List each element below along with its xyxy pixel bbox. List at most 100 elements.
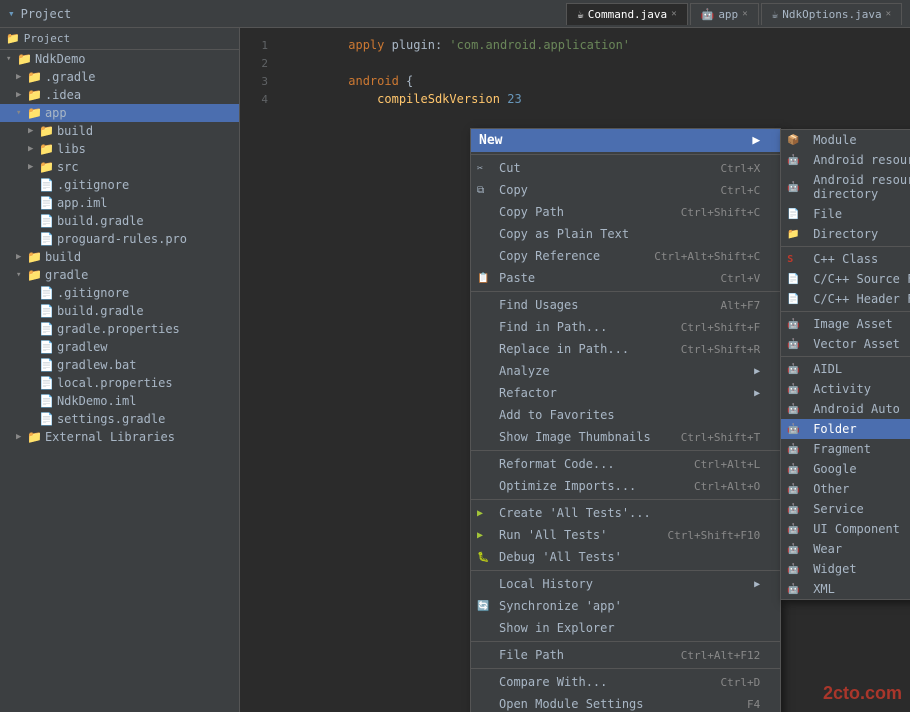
menu-item-paste[interactable]: 📋 Paste Ctrl+V — [471, 267, 780, 289]
submenu-service[interactable]: 🤖 Service ▶ — [781, 499, 910, 519]
menu-label: Android resource file — [813, 153, 910, 167]
menu-item-refactor[interactable]: Refactor ▶ — [471, 382, 780, 404]
menu-label: Widget — [813, 562, 856, 576]
menu-item-syncapp[interactable]: 🔄 Synchronize 'app' — [471, 595, 780, 617]
submenu-image-asset[interactable]: 🤖 Image Asset — [781, 314, 910, 334]
menu-item-reformat[interactable]: Reformat Code... Ctrl+Alt+L — [471, 453, 780, 475]
tree-libs[interactable]: ▶ 📁 libs — [0, 140, 239, 158]
tab-app[interactable]: 🤖 app ✕ — [690, 3, 759, 25]
menu-item-addfav[interactable]: Add to Favorites — [471, 404, 780, 426]
menu-item-copyplain[interactable]: Copy as Plain Text — [471, 223, 780, 245]
menu-item-modulesettings[interactable]: Open Module Settings F4 — [471, 693, 780, 712]
submenu-cpp-header[interactable]: 📄 C/C++ Header File — [781, 289, 910, 309]
menu-item-new[interactable]: New ▶ — [471, 129, 780, 152]
menu-item-showimages[interactable]: Show Image Thumbnails Ctrl+Shift+T — [471, 426, 780, 448]
menu-item-localhistory[interactable]: Local History ▶ — [471, 573, 780, 595]
tab-close-icon[interactable]: ✕ — [886, 9, 891, 19]
menu-label: Android resource directory — [813, 173, 910, 201]
tree-gradle[interactable]: ▶ 📁 .gradle — [0, 68, 239, 86]
menu-item-findusages[interactable]: Find Usages Alt+F7 — [471, 294, 780, 316]
menu-divider — [781, 356, 910, 357]
tree-gradleprop[interactable]: 📄 gradle.properties — [0, 320, 239, 338]
tab-ndkoptions[interactable]: ☕ NdkOptions.java ✕ — [761, 3, 902, 25]
submenu-directory[interactable]: 📁 Directory — [781, 224, 910, 244]
tree-build[interactable]: ▶ 📁 build — [0, 122, 239, 140]
menu-item-copy[interactable]: ⧉ Copy Ctrl+C — [471, 179, 780, 201]
submenu-android-resource[interactable]: 🤖 Android resource file — [781, 150, 910, 170]
file-icon: 📄 — [39, 394, 54, 408]
menu-label: Local History — [499, 577, 593, 591]
tree-src[interactable]: ▶ 📁 src — [0, 158, 239, 176]
tree-build2[interactable]: ▶ 📁 build — [0, 248, 239, 266]
arrow-icon: ▾ — [6, 54, 14, 64]
submenu-android-auto[interactable]: 🤖 Android Auto ▶ — [781, 399, 910, 419]
tree-gitignore2[interactable]: 📄 .gitignore — [0, 284, 239, 302]
tree-label: app.iml — [57, 196, 108, 210]
submenu-other[interactable]: 🤖 Other ▶ — [781, 479, 910, 499]
tree-app-iml[interactable]: 📄 app.iml — [0, 194, 239, 212]
menu-item-copyref[interactable]: Copy Reference Ctrl+Alt+Shift+C — [471, 245, 780, 267]
submenu-google[interactable]: 🤖 Google ▶ — [781, 459, 910, 479]
tree-buildgradle2[interactable]: 📄 build.gradle — [0, 302, 239, 320]
tree-gradle2[interactable]: ▾ 📁 gradle — [0, 266, 239, 284]
sidebar-header: 📁 Project — [0, 28, 239, 50]
submenu-ui-component[interactable]: 🤖 UI Component ▶ — [781, 519, 910, 539]
menu-item-debugtests[interactable]: 🐛 Debug 'All Tests' — [471, 546, 780, 568]
menu-item-findinpath[interactable]: Find in Path... Ctrl+Shift+F — [471, 316, 780, 338]
tree-settingsgradle[interactable]: 📄 settings.gradle — [0, 410, 239, 428]
menu-label: Vector Asset — [813, 337, 900, 351]
tab-close-icon[interactable]: ✕ — [671, 9, 676, 19]
tree-ndkdemo-root[interactable]: ▾ 📁 NdkDemo — [0, 50, 239, 68]
tree-gitignore[interactable]: 📄 .gitignore — [0, 176, 239, 194]
other-icon: 🤖 — [787, 484, 799, 495]
submenu-module[interactable]: 📦 Module — [781, 130, 910, 150]
menu-item-compare[interactable]: Compare With... Ctrl+D — [471, 671, 780, 693]
menu-item-createtests[interactable]: ▶ Create 'All Tests'... — [471, 502, 780, 524]
tree-gradlew[interactable]: 📄 gradlew — [0, 338, 239, 356]
submenu-folder[interactable]: 🤖 Folder ▶ 📁 AIDL Folder 📁 Assets Folder — [781, 419, 910, 439]
menu-label: AIDL — [813, 362, 842, 376]
menu-item-runtests[interactable]: ▶ Run 'All Tests' Ctrl+Shift+F10 — [471, 524, 780, 546]
menu-label: Paste — [499, 271, 535, 285]
menu-item-replaceinpath[interactable]: Replace in Path... Ctrl+Shift+R — [471, 338, 780, 360]
submenu-cpp-class[interactable]: S C++ Class — [781, 249, 910, 269]
tree-localprop[interactable]: 📄 local.properties — [0, 374, 239, 392]
tree-external-lib[interactable]: ▶ 📁 External Libraries — [0, 428, 239, 446]
menu-label: Image Asset — [813, 317, 892, 331]
menu-label: Other — [813, 482, 849, 496]
line-number: 3 — [240, 75, 276, 88]
submenu-widget[interactable]: 🤖 Widget ▶ — [781, 559, 910, 579]
tree-proguard[interactable]: 📄 proguard-rules.pro — [0, 230, 239, 248]
xml-icon: 🤖 — [787, 584, 799, 595]
submenu-wear[interactable]: 🤖 Wear ▶ — [781, 539, 910, 559]
menu-label: Fragment — [813, 442, 871, 456]
submenu-cpp-source[interactable]: 📄 C/C++ Source File — [781, 269, 910, 289]
menu-item-showexplorer[interactable]: Show in Explorer — [471, 617, 780, 639]
debug-icon: 🐛 — [477, 552, 489, 563]
menu-item-optimizeimports[interactable]: Optimize Imports... Ctrl+Alt+O — [471, 475, 780, 497]
arrow-icon: ▶ — [28, 126, 36, 136]
submenu-file[interactable]: 📄 File — [781, 204, 910, 224]
line-number: 1 — [240, 39, 276, 52]
tree-buildgradle[interactable]: 📄 build.gradle — [0, 212, 239, 230]
menu-item-analyze[interactable]: Analyze ▶ — [471, 360, 780, 382]
tree-gradlewbat[interactable]: 📄 gradlew.bat — [0, 356, 239, 374]
submenu-activity[interactable]: 🤖 Activity ▶ — [781, 379, 910, 399]
tab-close-icon[interactable]: ✕ — [742, 9, 747, 19]
submenu-aidl[interactable]: 🤖 AIDL ▶ — [781, 359, 910, 379]
arrow-icon: ▶ — [16, 90, 24, 100]
submenu-xml[interactable]: 🤖 XML ▶ — [781, 579, 910, 599]
menu-item-copypath[interactable]: Copy Path Ctrl+Shift+C — [471, 201, 780, 223]
submenu-fragment[interactable]: 🤖 Fragment ▶ — [781, 439, 910, 459]
menu-divider — [471, 154, 780, 155]
submenu-android-res-dir[interactable]: 🤖 Android resource directory — [781, 170, 910, 204]
menu-item-filepath[interactable]: File Path Ctrl+Alt+F12 — [471, 644, 780, 666]
menu-label: Show Image Thumbnails — [499, 430, 651, 444]
tree-idea[interactable]: ▶ 📁 .idea — [0, 86, 239, 104]
tab-command[interactable]: ☕ Command.java ✕ — [566, 3, 688, 25]
tree-ndkdemo-iml[interactable]: 📄 NdkDemo.iml — [0, 392, 239, 410]
submenu-vector-asset[interactable]: 🤖 Vector Asset — [781, 334, 910, 354]
tree-app[interactable]: ▾ 📁 app — [0, 104, 239, 122]
menu-item-cut[interactable]: ✂ Cut Ctrl+X — [471, 157, 780, 179]
menu-label: Module — [813, 133, 856, 147]
